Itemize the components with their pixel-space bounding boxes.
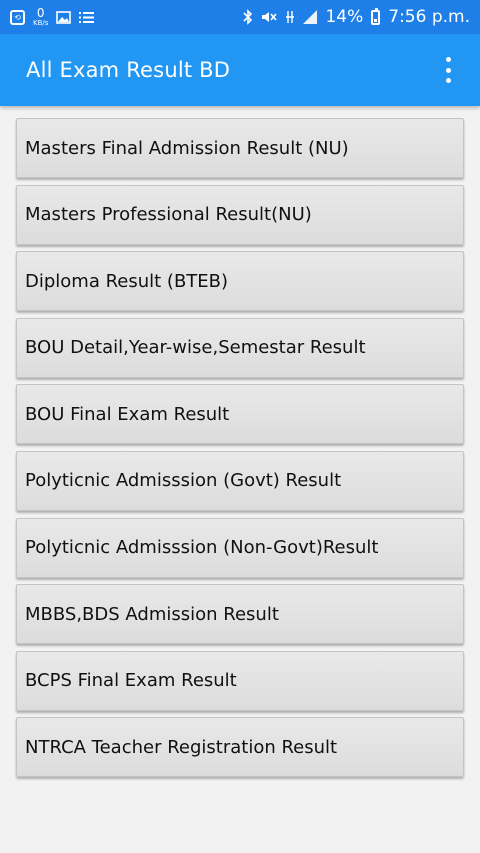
result-menu-list: Masters Final Admission Result (NU) Mast… (16, 118, 464, 784)
data-speed: 0 KB/s (33, 7, 48, 28)
overflow-menu-icon[interactable] (442, 57, 454, 83)
app-bar: All Exam Result BD (0, 34, 480, 106)
status-left: ⟲ 0 KB/s (10, 7, 95, 28)
menu-button-bou-detail[interactable]: BOU Detail,Year-wise,Semestar Result (16, 317, 464, 378)
menu-button-mbbs-bds[interactable]: MBBS,BDS Admission Result (16, 584, 464, 645)
menu-button-diploma-bteb[interactable]: Diploma Result (BTEB) (16, 251, 464, 312)
network-type-icon (285, 10, 295, 24)
clock: 7:56 p.m. (388, 7, 470, 27)
battery-icon (371, 7, 381, 25)
app-title: All Exam Result BD (26, 58, 231, 82)
menu-button-masters-professional[interactable]: Masters Professional Result(NU) (16, 184, 464, 245)
overflow-dot (445, 57, 451, 62)
signal-strength-icon (303, 10, 318, 24)
menu-button-ntrca-registration[interactable]: NTRCA Teacher Registration Result (16, 717, 464, 778)
status-bar: ⟲ 0 KB/s 14% 7:56 p.m. (0, 0, 480, 34)
screenshot-icon: ⟲ (10, 9, 25, 25)
overflow-dot (445, 67, 451, 73)
mute-icon (261, 10, 278, 24)
data-speed-unit: KB/s (33, 18, 49, 27)
menu-button-bcps-final[interactable]: BCPS Final Exam Result (16, 650, 464, 711)
overflow-dot (445, 78, 451, 83)
list-notification-icon (79, 11, 95, 24)
menu-button-polytechnic-non-govt[interactable]: Polyticnic Admisssion (Non-Govt)Result (16, 517, 464, 578)
battery-percent: 14% (325, 7, 364, 27)
menu-button-masters-final-admission[interactable]: Masters Final Admission Result (NU) (16, 118, 464, 178)
status-right: 14% 7:56 p.m. (243, 7, 470, 27)
data-speed-value: 0 (36, 5, 45, 20)
gallery-icon (56, 10, 72, 24)
bluetooth-icon (243, 9, 253, 25)
menu-button-bou-final[interactable]: BOU Final Exam Result (16, 384, 464, 445)
menu-button-polytechnic-govt[interactable]: Polyticnic Admisssion (Govt) Result (16, 450, 464, 511)
